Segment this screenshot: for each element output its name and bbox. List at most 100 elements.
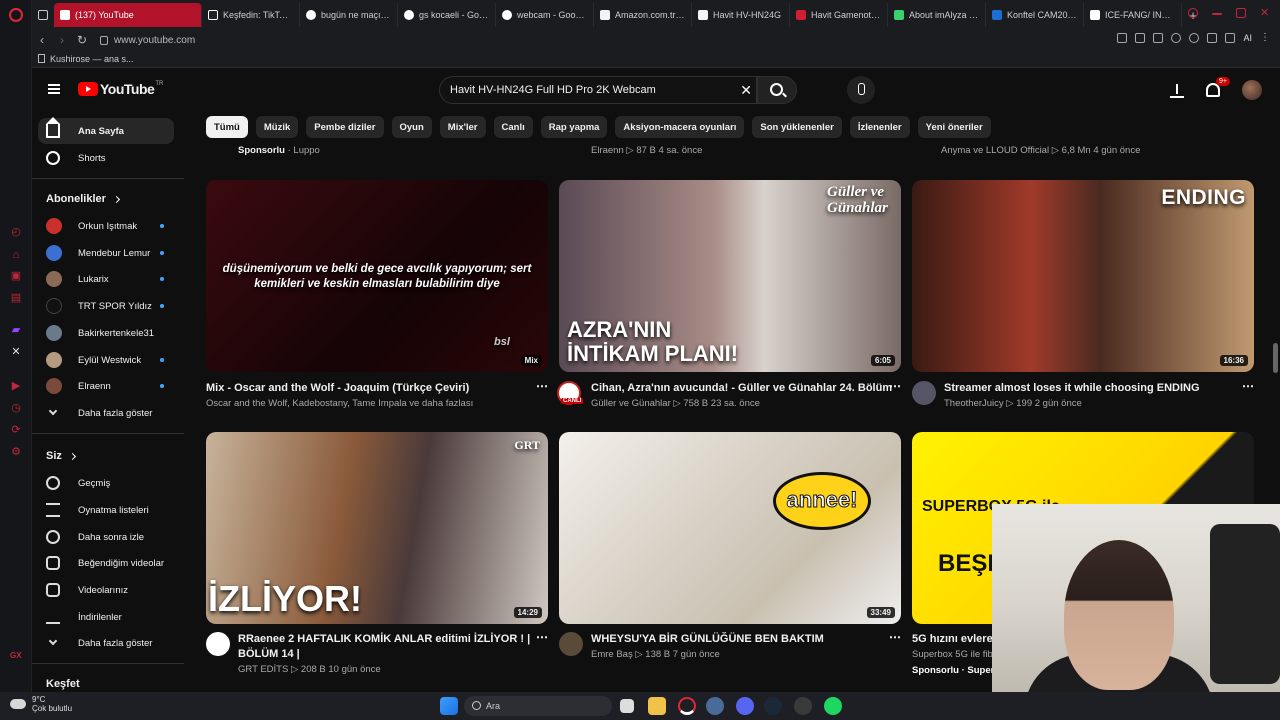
search-input[interactable]: Havit HV-HN24G Full HD Pro 2K Webcam ✕ [439, 76, 757, 104]
more-options-icon[interactable]: ⋯ [889, 630, 901, 644]
sidebar-item-subscription[interactable]: Elraenn [38, 373, 174, 399]
url-field[interactable]: www.youtube.com [114, 35, 195, 46]
avatar[interactable] [1242, 80, 1262, 100]
show-more-you[interactable]: Daha fazla göster [38, 630, 174, 656]
lock-icon[interactable] [100, 35, 108, 45]
chip[interactable]: Müzik [255, 116, 299, 138]
weather-widget[interactable]: 9°C Çok bulutlu [10, 695, 72, 713]
sidebar-app-icon[interactable]: ▤ [10, 292, 22, 304]
notifications-icon[interactable]: 9+ [1206, 77, 1230, 97]
chip[interactable]: Rap yapma [540, 116, 608, 138]
scrollbar-thumb[interactable] [1273, 343, 1278, 373]
sidebar-item-home[interactable]: Ana Sayfa [38, 117, 174, 144]
bookmark-item[interactable]: Kushirose — ana s... [50, 54, 134, 64]
tab-google[interactable]: bugün ne maçı var [300, 3, 398, 27]
tab-amazon[interactable]: Amazon.com.tr : m [594, 3, 692, 27]
chip[interactable]: Canlı [493, 116, 533, 138]
video-title[interactable]: WHEYSU'YA BİR GÜNLÜĞÜNE BEN BAKTIM [591, 632, 824, 646]
chip[interactable]: Son yüklenenler [752, 116, 842, 138]
bookmark-icon[interactable] [1117, 33, 1128, 43]
sidebar-app-icon[interactable]: ⌂ [10, 249, 22, 261]
voice-search-button[interactable] [847, 76, 875, 104]
workspace-icon[interactable] [32, 3, 54, 27]
channel-avatar[interactable] [912, 381, 936, 405]
opera-gx-icon[interactable] [678, 697, 696, 715]
sidebar-item-subscription[interactable]: Orkun Işıtmak [38, 213, 174, 239]
sidebar-item-shorts[interactable]: Shorts [38, 145, 174, 171]
sidebar-item-subscription[interactable]: Bakirkertenkele31 [38, 320, 174, 346]
tab-google[interactable]: gs kocaeli - Googl [398, 3, 496, 27]
tab-amazon[interactable]: Havit HV-HN24G [692, 3, 790, 27]
taskbar-search[interactable]: Ara [464, 696, 612, 716]
app-icon[interactable] [794, 697, 812, 715]
task-view-icon[interactable] [620, 699, 634, 713]
video-thumbnail[interactable]: İZLİYOR! GRT 14:29 [206, 432, 548, 624]
sidebar-item-subscription[interactable]: Mendebur Lemur [38, 240, 174, 266]
sidebar-item-subscription[interactable]: Eylül Westwick [38, 347, 174, 373]
sidebar-item-your-videos[interactable]: Videolarınız [38, 577, 174, 603]
tab-tiktok[interactable]: Keşfedin: TikTok'ta [202, 3, 300, 27]
sidebar-item-history[interactable]: Geçmiş [38, 470, 174, 496]
more-options-icon[interactable]: ⋯ [536, 379, 548, 393]
sidebar-item-subscription[interactable]: TRT SPOR Yıldız [38, 293, 174, 319]
chip[interactable]: Tümü [206, 116, 248, 138]
player-icon[interactable]: ▶ [10, 380, 22, 392]
maximize-button[interactable] [1236, 8, 1246, 18]
twitch-icon[interactable]: ▰ [10, 324, 22, 336]
tab-intel[interactable]: ICE-FANG/ INTEL [1084, 3, 1182, 27]
video-thumbnail[interactable]: ENDING 16:36 [912, 180, 1254, 372]
youtube-logo[interactable]: YouTube TR [78, 81, 163, 97]
show-more-subscriptions[interactable]: Daha fazla göster [38, 400, 174, 426]
file-explorer-icon[interactable] [648, 697, 666, 715]
hamburger-menu-icon[interactable] [48, 84, 60, 94]
video-title-line2[interactable]: BÖLÜM 14 | [238, 647, 300, 661]
more-options-icon[interactable]: ⋯ [536, 630, 548, 644]
tab-wiki[interactable]: About imAlyza - W [888, 3, 986, 27]
close-button[interactable]: ✕ [1260, 8, 1270, 19]
channel-avatar[interactable] [206, 632, 230, 656]
chip[interactable]: İzlenenler [849, 116, 910, 138]
upload-icon[interactable] [1170, 82, 1184, 98]
video-title[interactable]: RRaenee 2 HAFTALIK KOMİK ANLAR editimi İ… [238, 632, 530, 646]
steam-icon[interactable] [764, 697, 782, 715]
forward-button[interactable]: › [52, 33, 72, 47]
app-icon[interactable] [706, 697, 724, 715]
back-button[interactable]: ‹ [32, 33, 52, 47]
video-thumbnail[interactable]: AZRA'NIN İNTİKAM PLANI! Güller ve Günahl… [559, 180, 901, 372]
ai-button[interactable]: AI [1243, 33, 1252, 43]
sidebar-item-watch-later[interactable]: Daha sonra izle [38, 524, 174, 550]
video-title[interactable]: Streamer almost loses it while choosing … [944, 381, 1200, 395]
tab-havit[interactable]: Havit Gamenote G [790, 3, 888, 27]
reload-button[interactable]: ↻ [72, 33, 92, 47]
sidebar-item-subscription[interactable]: Lukarix [38, 266, 174, 292]
video-title[interactable]: Mix - Oscar and the Wolf - Joaquim (Türk… [206, 381, 469, 395]
video-thumbnail[interactable]: düşünemiyorum ve belki de gece avcılık y… [206, 180, 548, 372]
menu-icon[interactable]: ⋮ [1260, 33, 1270, 43]
adblock-icon[interactable] [1153, 33, 1164, 43]
heart-icon[interactable] [1189, 33, 1200, 43]
download-icon[interactable] [1225, 33, 1236, 43]
chip[interactable]: Mix'ler [439, 116, 486, 138]
tab-konftel[interactable]: Konftel CAM20 EP [986, 3, 1084, 27]
chip[interactable]: Aksiyon-macera oyunları [615, 116, 745, 138]
windows-start-icon[interactable] [440, 697, 458, 715]
chip[interactable]: Pembe diziler [306, 116, 384, 138]
tab-google[interactable]: webcam - Google [496, 3, 594, 27]
settings-icon[interactable]: ⚙ [10, 446, 22, 458]
you-header[interactable]: Siz [46, 450, 76, 462]
more-options-icon[interactable]: ⋯ [889, 379, 901, 393]
share-icon[interactable]: ⟳ [10, 424, 22, 436]
video-title[interactable]: Cihan, Azra'nın avucunda! - Güller ve Gü… [591, 381, 892, 395]
chip[interactable]: Oyun [391, 116, 432, 138]
chip[interactable]: Yeni öneriler [917, 116, 991, 138]
history-icon[interactable]: ◷ [10, 402, 22, 414]
sidebar-item-liked[interactable]: Beğendiğim videolar [38, 550, 174, 576]
sidebar-app-icon[interactable]: ▣ [10, 270, 22, 282]
search-tabs-icon[interactable] [1188, 8, 1198, 18]
player-icon[interactable] [1171, 33, 1182, 43]
sidebar-item-playlists[interactable]: Oynatma listeleri [38, 497, 174, 523]
clear-search-icon[interactable]: ✕ [740, 82, 752, 99]
spotify-icon[interactable] [824, 697, 842, 715]
channel-avatar[interactable] [559, 632, 583, 656]
search-button[interactable] [757, 76, 797, 104]
